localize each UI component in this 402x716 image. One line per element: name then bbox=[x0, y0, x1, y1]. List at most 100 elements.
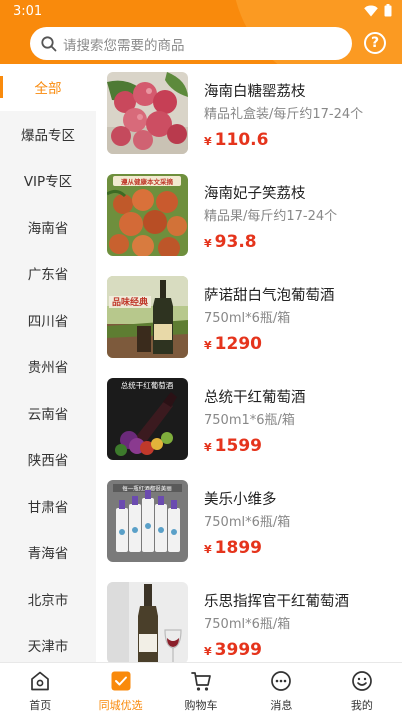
currency-symbol: ¥ bbox=[204, 441, 212, 454]
price-value: 110.6 bbox=[214, 130, 269, 150]
product-spec: 精品礼盒装/每斤约17-24个 bbox=[204, 107, 364, 122]
sidebar-item-shaanxi[interactable]: 陕西省 bbox=[0, 436, 96, 483]
help-button[interactable]: ? bbox=[364, 32, 386, 54]
sidebar-item-label: 陕西省 bbox=[27, 453, 69, 470]
bottom-tab-bar: 首页 同城优选 购物车 消息 我的 bbox=[0, 662, 402, 716]
image-caption: 遵从健康本文采摘 bbox=[121, 177, 174, 186]
product-spec: 750ml*6瓶/箱 bbox=[204, 617, 291, 632]
lychee-pile-photo: 遵从健康本文采摘 bbox=[107, 174, 188, 256]
tab-local-select[interactable]: 同城优选 bbox=[80, 663, 160, 716]
check-square-icon bbox=[109, 669, 133, 693]
sidebar-item-vip[interactable]: VIP专区 bbox=[0, 157, 96, 204]
currency-symbol: ¥ bbox=[204, 645, 212, 658]
product-name: 海南白糖罂荔枝 bbox=[204, 84, 306, 100]
home-icon bbox=[28, 669, 52, 693]
tab-label: 消息 bbox=[270, 699, 293, 712]
wifi-icon bbox=[364, 5, 378, 17]
status-bar: 3:01 bbox=[0, 0, 402, 24]
sidebar-item-sichuan[interactable]: 四川省 bbox=[0, 297, 96, 344]
product-spec: 750ml*6瓶/箱 bbox=[204, 311, 291, 326]
product-price: ¥1290 bbox=[204, 334, 262, 354]
image-caption: 总统干红葡萄酒 bbox=[121, 380, 174, 390]
sparkling-wine-photo: 品味经典 bbox=[107, 276, 188, 358]
product-item[interactable]: 品味经典 萨诺甜白气泡葡萄酒 750ml*6瓶/箱 ¥1290 bbox=[96, 268, 402, 370]
sidebar-item-gansu[interactable]: 甘肃省 bbox=[0, 483, 96, 530]
sidebar-item-hot[interactable]: 爆品专区 bbox=[0, 111, 96, 158]
header: 3:01 请搜索您需要的商品 ? bbox=[0, 0, 402, 64]
sidebar-item-label: 全部 bbox=[34, 81, 62, 98]
sidebar-item-label: 广东省 bbox=[27, 267, 69, 284]
product-price: ¥1899 bbox=[204, 538, 262, 558]
sidebar-item-guangdong[interactable]: 广东省 bbox=[0, 250, 96, 297]
product-item[interactable]: 总统干红葡萄酒 总统干红葡萄酒 750m1*6瓶/箱 ¥1599 bbox=[96, 370, 402, 472]
price-value: 1899 bbox=[214, 538, 262, 558]
search-placeholder: 请搜索您需要的商品 bbox=[63, 37, 185, 54]
product-price: ¥3999 bbox=[204, 640, 262, 660]
sidebar-item-qinghai[interactable]: 青海省 bbox=[0, 529, 96, 576]
help-icon: ? bbox=[370, 35, 380, 51]
price-value: 93.8 bbox=[214, 232, 257, 252]
red-wine-photo: 总统干红葡萄酒 bbox=[107, 378, 188, 460]
sidebar-item-yunnan[interactable]: 云南省 bbox=[0, 390, 96, 437]
currency-symbol: ¥ bbox=[204, 543, 212, 556]
product-spec: 750ml*6瓶/箱 bbox=[204, 515, 291, 530]
wine-bottle-glass-photo bbox=[107, 582, 188, 662]
status-time: 3:01 bbox=[13, 4, 43, 19]
sidebar-item-tianjin[interactable]: 天津市 bbox=[0, 622, 96, 662]
battery-icon bbox=[384, 4, 392, 17]
sidebar-item-label: 北京市 bbox=[27, 592, 69, 609]
price-value: 3999 bbox=[214, 640, 262, 660]
product-spec: 750m1*6瓶/箱 bbox=[204, 413, 295, 428]
tab-home[interactable]: 首页 bbox=[0, 663, 80, 716]
category-sidebar: 全部 爆品专区 VIP专区 海南省 广东省 四川省 贵州省 云南省 陕西省 甘肃… bbox=[0, 64, 96, 662]
sidebar-item-label: 天津市 bbox=[27, 639, 69, 656]
product-item[interactable]: 每一瓶红酒都很美丽 美乐小维多 750ml*6瓶/箱 ¥ 1899 bbox=[96, 472, 402, 574]
product-name: 乐思指挥官干红葡萄酒 bbox=[204, 594, 349, 610]
product-spec: 精品果/每斤约17-24个 bbox=[204, 209, 338, 224]
search-icon bbox=[40, 35, 58, 53]
cart-icon bbox=[189, 669, 213, 693]
status-icons bbox=[364, 4, 392, 17]
currency-symbol: ¥ bbox=[204, 135, 212, 148]
tab-label: 购物车 bbox=[184, 699, 218, 712]
sidebar-item-all[interactable]: 全部 bbox=[0, 64, 96, 111]
image-caption: 品味经典 bbox=[112, 296, 148, 308]
sidebar-item-label: VIP专区 bbox=[23, 174, 73, 191]
price-value: 1290 bbox=[214, 334, 262, 354]
product-name: 萨诺甜白气泡葡萄酒 bbox=[204, 288, 335, 304]
price-value: 1599 bbox=[214, 436, 262, 456]
tab-cart[interactable]: 购物车 bbox=[161, 663, 241, 716]
product-name: 美乐小维多 bbox=[204, 492, 277, 508]
search-input[interactable]: 请搜索您需要的商品 bbox=[30, 27, 352, 60]
sidebar-item-label: 青海省 bbox=[27, 546, 69, 563]
sidebar-item-label: 海南省 bbox=[27, 220, 69, 237]
smile-icon bbox=[350, 669, 374, 693]
tab-label: 我的 bbox=[350, 699, 373, 712]
sidebar-item-beijing[interactable]: 北京市 bbox=[0, 576, 96, 623]
sidebar-item-label: 云南省 bbox=[27, 406, 69, 423]
currency-symbol: ¥ bbox=[204, 237, 212, 250]
product-price: ¥93.8 bbox=[204, 232, 257, 252]
sidebar-item-label: 爆品专区 bbox=[21, 127, 75, 144]
product-name: 总统干红葡萄酒 bbox=[204, 390, 306, 406]
sidebar-item-label: 甘肃省 bbox=[27, 499, 69, 516]
product-price: ¥110.6 bbox=[204, 130, 268, 150]
product-list: 海南白糖罂荔枝 精品礼盒装/每斤约17-24个 ¥110.6 遵从健康本文采摘 bbox=[96, 64, 402, 662]
message-icon bbox=[269, 669, 293, 693]
tab-label: 同城优选 bbox=[98, 699, 143, 712]
sidebar-item-guizhou[interactable]: 贵州省 bbox=[0, 343, 96, 390]
currency-symbol: ¥ bbox=[204, 339, 212, 352]
wine-bottles-photo: 每一瓶红酒都很美丽 bbox=[107, 480, 188, 562]
sidebar-item-label: 四川省 bbox=[27, 313, 69, 330]
tab-messages[interactable]: 消息 bbox=[241, 663, 321, 716]
tab-profile[interactable]: 我的 bbox=[322, 663, 402, 716]
product-item[interactable]: 海南白糖罂荔枝 精品礼盒装/每斤约17-24个 ¥110.6 bbox=[96, 64, 402, 166]
product-item[interactable]: 乐思指挥官干红葡萄酒 750ml*6瓶/箱 ¥3999 bbox=[96, 574, 402, 662]
tab-label: 首页 bbox=[29, 699, 52, 712]
product-name: 海南妃子笑荔枝 bbox=[204, 186, 306, 202]
product-price: ¥1599 bbox=[204, 436, 262, 456]
sidebar-item-label: 贵州省 bbox=[27, 360, 69, 377]
sidebar-item-hainan[interactable]: 海南省 bbox=[0, 204, 96, 251]
product-item[interactable]: 遵从健康本文采摘 海南妃子笑荔枝 精品果/每斤约17-24个 ¥93.8 bbox=[96, 166, 402, 268]
lychee-photo bbox=[107, 72, 188, 154]
